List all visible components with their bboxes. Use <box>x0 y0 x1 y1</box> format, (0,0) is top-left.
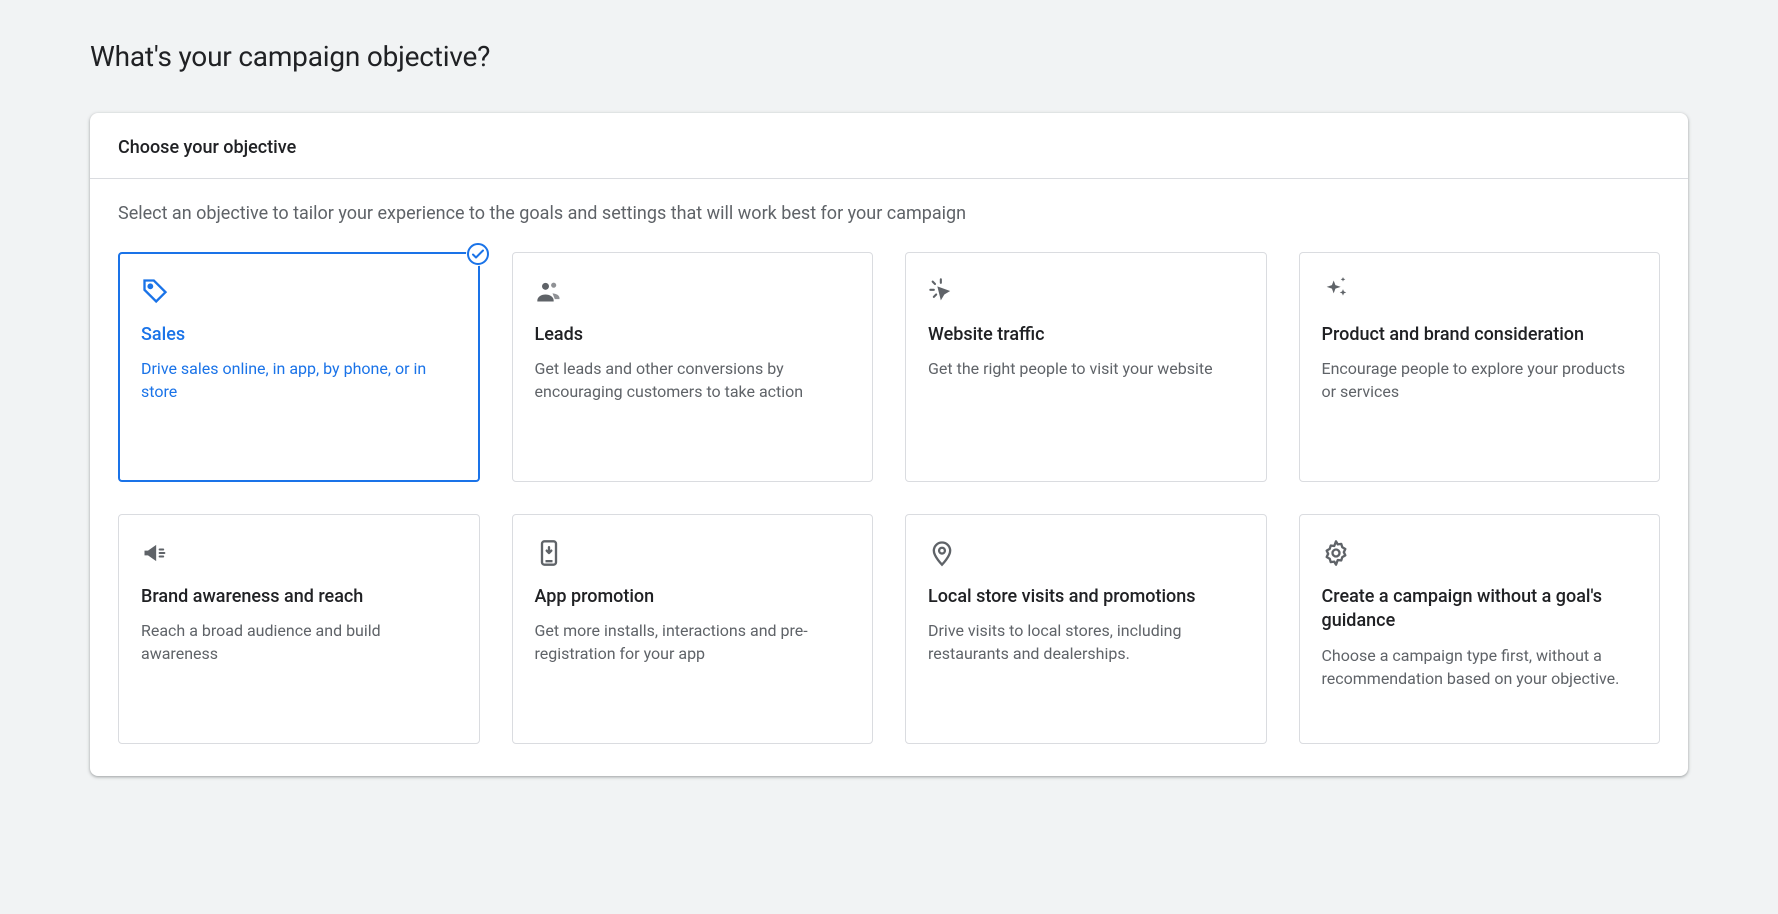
objective-description: Get the right people to visit your websi… <box>928 357 1244 380</box>
objective-card-sales[interactable]: Sales Drive sales online, in app, by pho… <box>118 252 480 482</box>
objective-description: Reach a broad audience and build awarene… <box>141 619 457 665</box>
objective-grid: Sales Drive sales online, in app, by pho… <box>118 252 1660 744</box>
objective-card-no-goal[interactable]: Create a campaign without a goal's guida… <box>1299 514 1661 744</box>
objective-card-brand-awareness[interactable]: Brand awareness and reach Reach a broad … <box>118 514 480 744</box>
objective-description: Drive visits to local stores, including … <box>928 619 1244 665</box>
objective-title: Local store visits and promotions <box>928 585 1244 609</box>
objective-title: Sales <box>141 323 457 347</box>
tag-icon <box>141 277 169 305</box>
objective-card-website-traffic[interactable]: Website traffic Get the right people to … <box>905 252 1267 482</box>
objective-description: Encourage people to explore your product… <box>1322 357 1638 403</box>
selected-check-icon <box>466 242 490 266</box>
objective-card-product-brand[interactable]: Product and brand consideration Encourag… <box>1299 252 1661 482</box>
location-pin-icon <box>928 539 956 567</box>
panel-body: Select an objective to tailor your exper… <box>90 179 1688 776</box>
objective-title: App promotion <box>535 585 851 609</box>
sparkle-icon <box>1322 277 1350 305</box>
megaphone-icon <box>141 539 169 567</box>
page-title: What's your campaign objective? <box>90 40 1688 73</box>
objective-card-leads[interactable]: Leads Get leads and other conversions by… <box>512 252 874 482</box>
objective-title: Website traffic <box>928 323 1244 347</box>
people-icon <box>535 277 563 305</box>
objective-description: Drive sales online, in app, by phone, or… <box>141 357 457 403</box>
objective-title: Create a campaign without a goal's guida… <box>1322 585 1638 634</box>
objective-description: Get more installs, interactions and pre-… <box>535 619 851 665</box>
panel-header: Choose your objective <box>90 113 1688 179</box>
objective-description: Choose a campaign type first, without a … <box>1322 644 1638 690</box>
objective-description: Get leads and other conversions by encou… <box>535 357 851 403</box>
gear-icon <box>1322 539 1350 567</box>
objective-title: Brand awareness and reach <box>141 585 457 609</box>
cursor-click-icon <box>928 277 956 305</box>
objective-card-app-promotion[interactable]: App promotion Get more installs, interac… <box>512 514 874 744</box>
objective-panel: Choose your objective Select an objectiv… <box>90 113 1688 776</box>
app-download-icon <box>535 539 563 567</box>
instructions-text: Select an objective to tailor your exper… <box>118 203 1660 224</box>
objective-card-local-store[interactable]: Local store visits and promotions Drive … <box>905 514 1267 744</box>
objective-title: Leads <box>535 323 851 347</box>
objective-title: Product and brand consideration <box>1322 323 1638 347</box>
